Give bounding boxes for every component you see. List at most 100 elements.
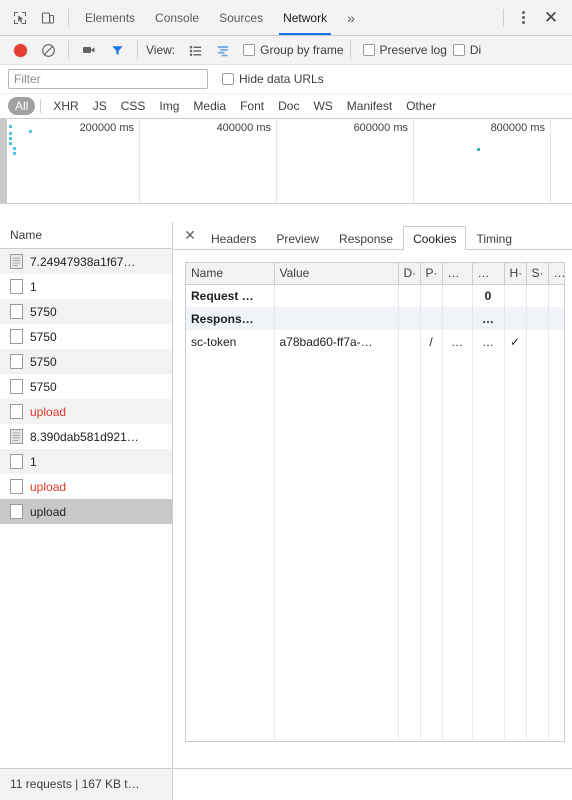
cookies-column-header[interactable]: P·	[420, 263, 443, 285]
request-name-column-header: Name	[10, 228, 43, 242]
cookies-cell: a78bad60-ff7a-…	[274, 330, 399, 353]
cookies-column-header[interactable]: …	[442, 263, 473, 285]
cookies-column-header[interactable]: Name	[186, 263, 275, 285]
tab-console[interactable]: Console	[145, 0, 209, 35]
request-row[interactable]: 1	[0, 274, 172, 299]
cookies-empty-cell	[274, 629, 399, 652]
cookies-group-row[interactable]: Respons……	[186, 307, 564, 330]
tab-elements[interactable]: Elements	[75, 0, 145, 35]
filter-input[interactable]	[8, 69, 208, 89]
preserve-log-checkbox[interactable]: Preserve log	[362, 43, 447, 57]
request-row[interactable]: upload	[0, 474, 172, 499]
cookies-empty-cell	[274, 445, 399, 468]
details-close-icon[interactable]: ✕	[179, 222, 201, 249]
cookies-column-header[interactable]: …	[548, 263, 564, 285]
cookies-empty-cell	[442, 652, 473, 675]
cookies-empty-cell	[274, 537, 399, 560]
tab-headers[interactable]: Headers	[201, 226, 266, 250]
cookies-empty-cell	[186, 721, 275, 741]
cookies-empty-cell	[442, 491, 473, 514]
generic-file-icon	[10, 379, 23, 394]
cookies-empty-cell	[472, 560, 505, 583]
type-filter-css[interactable]: CSS	[114, 97, 153, 115]
hide-data-urls-box	[222, 73, 234, 85]
camera-icon[interactable]	[75, 36, 103, 64]
type-filter-media[interactable]: Media	[186, 97, 233, 115]
device-toolbar-icon[interactable]	[34, 4, 62, 32]
disable-cache-checkbox[interactable]: Di	[452, 43, 482, 57]
request-row[interactable]: 7.24947938a1f67…	[0, 249, 172, 274]
request-row[interactable]: upload	[0, 399, 172, 424]
group-by-frame-checkbox[interactable]: Group by frame	[243, 43, 344, 57]
type-filter-font[interactable]: Font	[233, 97, 271, 115]
waterfall-view-icon[interactable]	[209, 36, 237, 64]
cookies-empty-cell	[398, 537, 421, 560]
cookies-empty-row	[186, 537, 564, 560]
filter-icon[interactable]	[103, 36, 131, 64]
cookies-empty-cell	[504, 399, 527, 422]
request-row[interactable]: 1	[0, 449, 172, 474]
hide-data-urls-checkbox[interactable]: Hide data URLs	[222, 72, 324, 86]
cookies-empty-cell	[420, 560, 443, 583]
document-icon	[10, 429, 23, 444]
request-row[interactable]: upload	[0, 499, 172, 524]
more-options-icon[interactable]	[510, 5, 536, 31]
overview-tick: 800000 ms	[0, 119, 551, 203]
cookies-empty-cell	[548, 606, 564, 629]
tab-network[interactable]: Network	[273, 0, 337, 35]
cookies-empty-cell	[398, 445, 421, 468]
request-row[interactable]: 5750	[0, 299, 172, 324]
request-name: 1	[30, 454, 37, 469]
request-row[interactable]: 5750	[0, 324, 172, 349]
cookies-column-header[interactable]: S·	[526, 263, 549, 285]
cookies-empty-cell	[274, 422, 399, 445]
request-row[interactable]: 5750	[0, 349, 172, 374]
cookies-empty-cell	[274, 560, 399, 583]
request-row[interactable]: 5750	[0, 374, 172, 399]
tab-cookies[interactable]: Cookies	[403, 226, 467, 250]
cookies-group-row[interactable]: Request … 0	[186, 284, 564, 307]
cookies-empty-cell	[548, 560, 564, 583]
cookies-table-body[interactable]: Request … 0 Respons… … sc-token a78bad60-ff7a…	[186, 284, 564, 741]
request-list-header[interactable]: Name	[0, 222, 172, 249]
cookies-empty-cell	[442, 721, 473, 741]
type-filter-doc[interactable]: Doc	[271, 97, 306, 115]
type-filter-img[interactable]: Img	[152, 97, 186, 115]
cookies-empty-cell	[526, 583, 549, 606]
document-icon	[10, 254, 23, 269]
type-filter-ws[interactable]: WS	[306, 97, 339, 115]
list-view-icon[interactable]	[181, 36, 209, 64]
request-list[interactable]: 7.24947938a1f67… 1 5750 5750 5750 5750 upload 8…	[0, 249, 172, 768]
cookies-row[interactable]: sc-token a78bad60-ff7a-… /…… ✓	[186, 330, 564, 353]
network-overview-timeline[interactable]: 200000 ms 400000 ms 600000 ms 800000 ms	[0, 119, 572, 204]
type-filter-other[interactable]: Other	[399, 97, 443, 115]
cookies-empty-cell	[472, 399, 505, 422]
cookies-empty-cell	[504, 514, 527, 537]
cookies-column-header[interactable]: Value	[274, 263, 399, 285]
type-filter-all[interactable]: All	[8, 97, 36, 115]
cookies-column-header[interactable]: …	[472, 263, 505, 285]
disable-cache-label: Di	[469, 43, 482, 57]
tab-timing[interactable]: Timing	[466, 226, 522, 250]
inspect-cursor-icon[interactable]	[6, 4, 34, 32]
tab-preview[interactable]: Preview	[266, 226, 329, 250]
type-filter-manifest[interactable]: Manifest	[340, 97, 399, 115]
cookies-cell	[526, 330, 549, 353]
cookies-cell	[398, 307, 421, 330]
tab-response[interactable]: Response	[329, 226, 403, 250]
type-filter-xhr[interactable]: XHR	[46, 97, 85, 115]
record-icon[interactable]	[6, 36, 34, 64]
close-icon[interactable]: ✕	[536, 5, 566, 31]
cookies-empty-cell	[504, 468, 527, 491]
more-tabs-icon[interactable]: »	[337, 10, 365, 26]
type-filter-js[interactable]: JS	[86, 97, 114, 115]
tab-sources[interactable]: Sources	[209, 0, 273, 35]
cookies-empty-cell	[442, 445, 473, 468]
cookies-empty-cell	[420, 629, 443, 652]
request-row[interactable]: 8.390dab581d921…	[0, 424, 172, 449]
clear-icon[interactable]	[34, 36, 62, 64]
cookies-empty-cell	[526, 376, 549, 399]
cookies-column-header[interactable]: H·	[504, 263, 527, 285]
cookies-column-header[interactable]: D·	[398, 263, 421, 285]
cookies-empty-cell	[442, 606, 473, 629]
